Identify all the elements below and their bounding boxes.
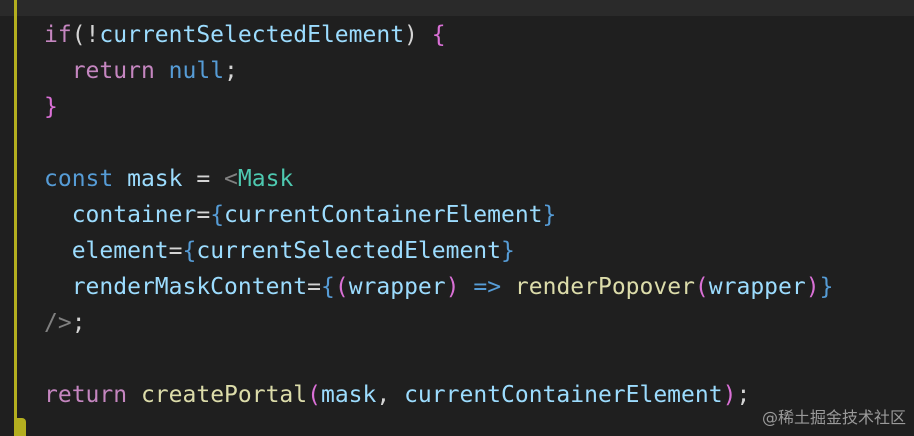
code-line[interactable]: element={currentSelectedElement} — [44, 233, 833, 269]
code-token: ) — [805, 274, 820, 300]
code-token: /> — [44, 310, 72, 336]
code-line[interactable]: if(!currentSelectedElement) { — [44, 17, 833, 53]
code-token: mask — [127, 166, 183, 192]
code-token: return — [44, 382, 128, 408]
code-token: currentContainerElement — [404, 382, 723, 408]
code-token: , — [376, 382, 405, 408]
code-line[interactable]: return null; — [44, 53, 833, 89]
code-token: ; — [71, 310, 86, 336]
code-token: } — [819, 274, 834, 300]
code-token: ) — [722, 382, 737, 408]
code-line[interactable]: const mask = <Mask — [44, 161, 833, 197]
editor-top-strip — [0, 0, 914, 16]
code-token: renderMaskContent — [71, 274, 308, 300]
code-token: (! — [71, 22, 100, 48]
gutter-closing-bracket — [14, 418, 26, 436]
code-line[interactable] — [44, 341, 833, 377]
code-token: mask — [320, 382, 377, 408]
code-line[interactable]: />; — [44, 305, 833, 341]
code-token: container — [71, 202, 197, 228]
code-token: = — [196, 202, 211, 228]
code-token: currentSelectedElement — [196, 238, 501, 264]
code-line[interactable]: return createPortal(mask, currentContain… — [44, 377, 833, 413]
code-token: currentSelectedElement — [99, 22, 405, 48]
code-line[interactable]: renderMaskContent={(wrapper) => renderPo… — [44, 269, 834, 305]
watermark: @稀土掘金技术社区 — [761, 408, 906, 427]
code-token: { — [320, 274, 335, 300]
code-token: if — [44, 22, 72, 48]
code-token: } — [542, 202, 557, 228]
code-token: } — [501, 238, 515, 264]
code-token: createPortal — [140, 382, 308, 408]
code-token: ; — [224, 58, 238, 84]
code-token: = — [307, 274, 321, 300]
code-token: ( — [307, 382, 321, 408]
gutter-indent-guide — [14, 0, 17, 436]
code-token: renderPopover — [514, 274, 695, 300]
code-token: < — [224, 166, 238, 192]
code-token: wrapper — [348, 274, 446, 300]
code-line[interactable]: container={currentContainerElement} — [44, 197, 833, 233]
code-token: { — [431, 22, 446, 48]
code-content[interactable]: if(!currentSelectedElement) { return nul… — [44, 17, 833, 413]
code-token: => — [473, 274, 502, 300]
code-line[interactable] — [44, 125, 833, 161]
code-token: = — [168, 238, 183, 264]
code-token: Mask — [237, 166, 294, 192]
code-token: ( — [334, 274, 349, 300]
code-token: return — [71, 58, 155, 84]
code-token: ( — [694, 274, 709, 300]
code-token: { — [182, 238, 197, 264]
code-token: null — [168, 58, 225, 84]
code-token: } — [44, 94, 58, 120]
code-token: const — [44, 166, 114, 192]
code-editor[interactable]: if(!currentSelectedElement) { return nul… — [0, 0, 914, 436]
code-token: element — [71, 238, 169, 264]
code-token: ) — [445, 274, 460, 300]
code-token: ; — [736, 382, 751, 408]
code-token: { — [210, 202, 225, 228]
code-token: = — [182, 166, 225, 192]
code-token: ) — [404, 22, 432, 48]
code-token: wrapper — [708, 274, 806, 300]
code-line[interactable]: } — [44, 89, 833, 125]
code-token: currentContainerElement — [224, 202, 543, 228]
